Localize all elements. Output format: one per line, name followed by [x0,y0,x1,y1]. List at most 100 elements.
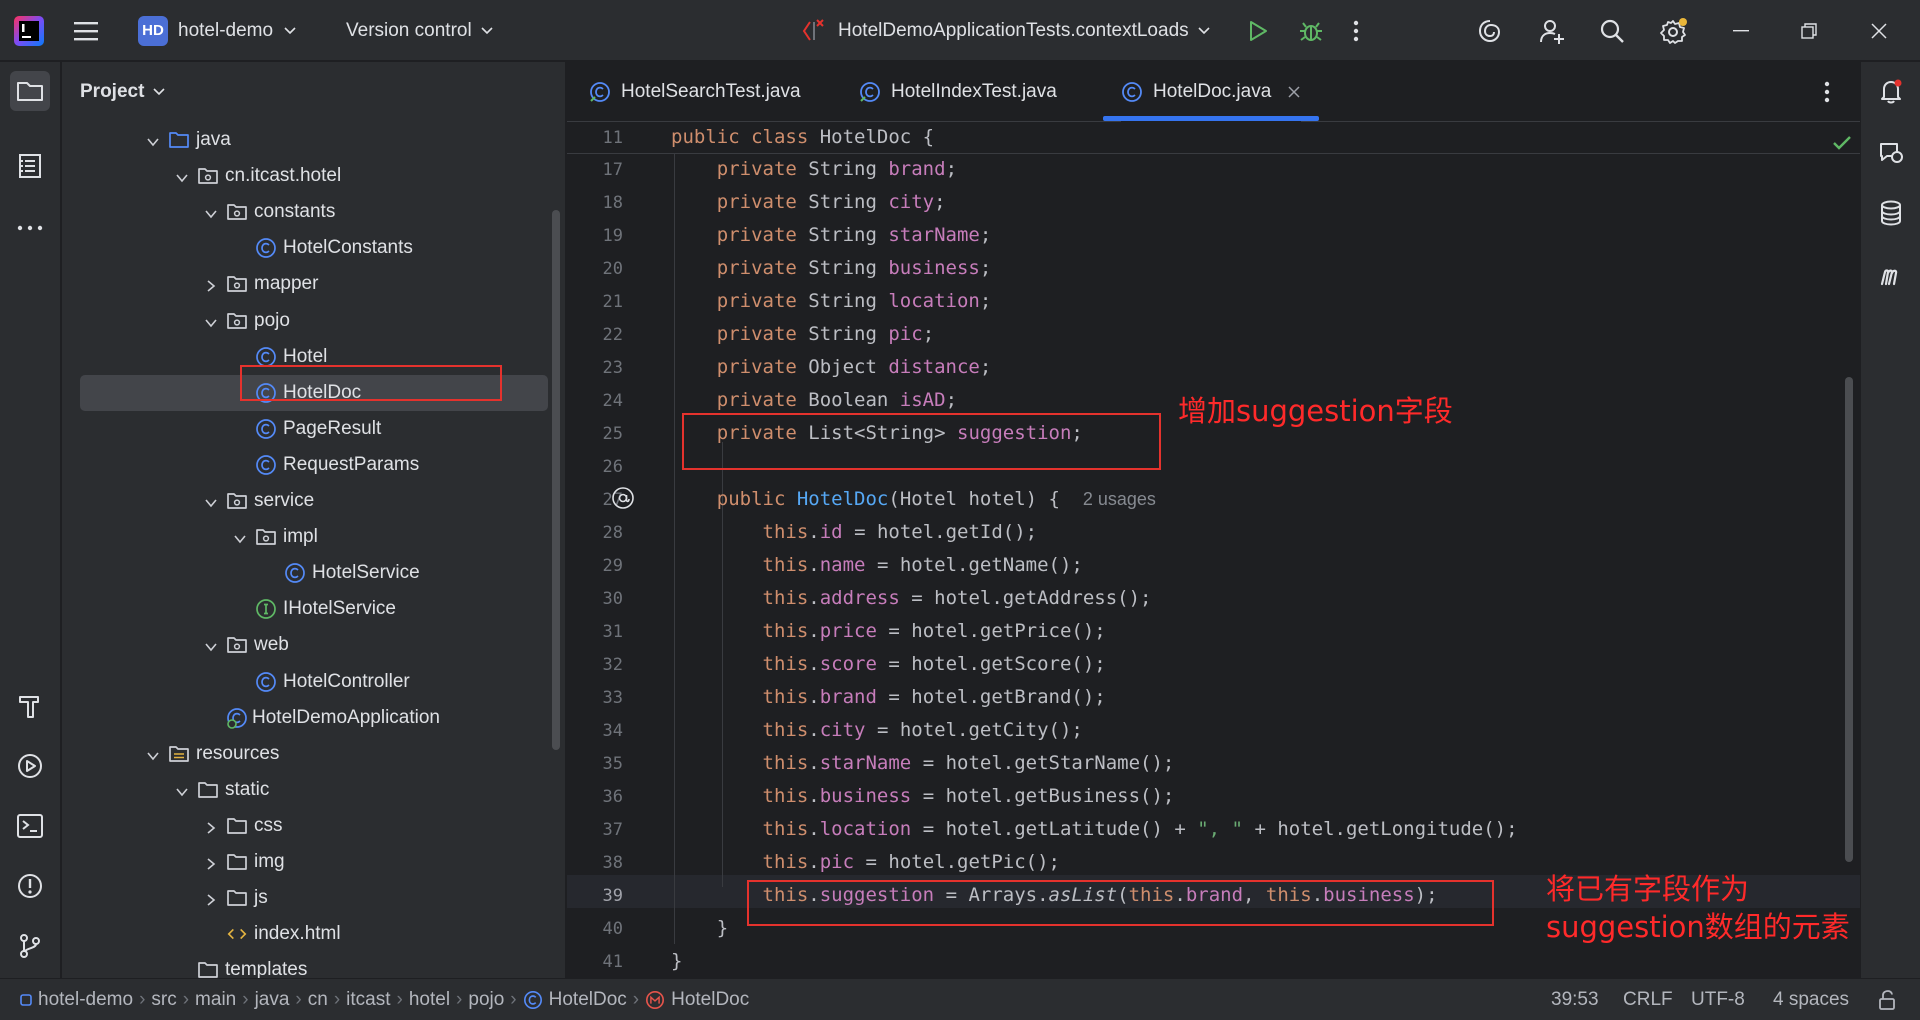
tree-item[interactable]: IHotelService [62,591,552,627]
tree-item[interactable]: templates [62,952,552,978]
indent-settings[interactable]: 4 spaces [1773,979,1849,1020]
ai-assistant-icon[interactable] [1476,0,1504,61]
project-switcher[interactable]: HD hotel-demo [138,0,297,61]
unlock-icon[interactable] [1876,979,1898,1020]
breadcrumb-item[interactable]: pojo [468,989,504,1011]
breadcrumb-item[interactable]: hotel-demo [38,989,133,1011]
chevron-right-icon: › [139,989,146,1010]
tree-item[interactable]: js [62,880,552,916]
more-actions-icon[interactable] [1352,0,1360,61]
project-view-selector[interactable]: Project [80,62,166,122]
tree-item[interactable]: mapper [62,266,552,302]
breadcrumb-item[interactable]: cn [308,989,328,1011]
services-run-icon[interactable] [10,746,50,786]
tree-item[interactable]: pojo [62,303,552,339]
line-separator[interactable]: CRLF [1623,979,1673,1020]
breadcrumb-item[interactable]: itcast [346,989,390,1011]
tree-item[interactable]: img [62,844,552,880]
breadcrumb-item[interactable]: java [255,989,290,1011]
build-hammer-icon[interactable] [10,686,50,726]
close-window-icon[interactable] [1870,0,1888,61]
tree-item[interactable]: HotelService [62,555,552,591]
notifications-bell-icon[interactable] [1871,71,1911,111]
class-icon [255,454,277,476]
sticky-scroll-header[interactable]: 11 public class HotelDoc { [567,122,1860,154]
caret-position[interactable]: 39:53 [1551,979,1599,1020]
restore-window-icon[interactable] [1800,0,1818,61]
code-line: } [671,950,683,972]
editor-scrollbar[interactable] [1845,377,1853,862]
tree-item[interactable]: PageResult [62,411,552,447]
tree-item[interactable]: java [62,122,552,158]
breadcrumb-item[interactable]: HotelDoc [549,989,627,1011]
breadcrumb-item[interactable]: src [151,989,176,1011]
project-tool-window: Project java cn.itcast.hotel constants Hote… [62,62,566,978]
chevron-down-icon[interactable] [146,133,160,147]
chevron-down-icon[interactable] [146,747,160,761]
more-tool-windows-icon[interactable] [10,208,50,248]
tab-hotelsearchtest[interactable]: HotelSearchTest.java [589,62,801,122]
chevron-down-icon[interactable] [204,638,218,652]
tree-item[interactable]: HotelConstants [62,230,552,266]
chevron-right-icon[interactable] [204,819,218,834]
tree-item[interactable]: impl [62,519,552,555]
chevron-down-icon[interactable] [204,205,218,219]
breadcrumb-item[interactable]: hotel [409,989,450,1011]
chevron-down-icon[interactable] [204,494,218,508]
version-control-menu[interactable]: Version control [346,0,494,61]
usages-hint[interactable]: 2 usages [1083,489,1156,509]
chevron-right-icon[interactable] [204,855,218,870]
more-tabs-icon[interactable] [1823,80,1831,110]
terminal-icon[interactable] [10,806,50,846]
close-icon[interactable] [1287,85,1301,99]
add-user-icon[interactable] [1538,0,1566,61]
breadcrumb-item[interactable]: HotelDoc [671,989,749,1011]
ai-chat-icon[interactable] [1871,132,1911,172]
line-number: 29 [602,556,623,576]
tree-item[interactable]: resources [62,736,552,772]
tree-item[interactable]: cn.itcast.hotel [62,158,552,194]
tree-item[interactable]: HotelController [62,664,552,700]
project-folder-icon[interactable] [10,71,50,111]
tree-item[interactable]: HotelDemoApplication [62,700,552,736]
problems-icon[interactable] [10,866,50,906]
tab-hoteldoc[interactable]: HotelDoc.java [1121,62,1302,122]
main-menu-icon[interactable] [72,0,100,61]
tree-item[interactable]: index.html [62,916,552,952]
search-icon[interactable] [1598,0,1626,61]
override-at-icon[interactable] [611,486,635,516]
tree-item[interactable]: RequestParams [62,447,552,483]
run-icon[interactable] [1246,0,1270,61]
structure-icon[interactable] [10,146,50,186]
line-number: 37 [602,820,623,840]
gear-icon[interactable] [1658,0,1688,61]
highlight-box-suggestion-field [682,413,1161,470]
project-scrollbar[interactable] [552,210,560,750]
chevron-down-icon[interactable] [175,169,189,183]
tree-item[interactable]: service [62,483,552,519]
chevron-down-icon[interactable] [233,530,247,544]
database-icon[interactable] [1871,193,1911,233]
run-configuration-selector[interactable]: HotelDemoApplicationTests.contextLoads [800,0,1211,61]
no-problems-check-icon[interactable] [1831,134,1853,158]
chevron-down-icon[interactable] [175,783,189,797]
tree-item-label: web [254,634,289,656]
git-branch-icon[interactable] [10,926,50,966]
maven-icon[interactable] [1871,254,1911,294]
debug-icon[interactable] [1298,0,1324,61]
tree-item[interactable]: static [62,772,552,808]
tree-item[interactable]: constants [62,194,552,230]
chevron-right-icon[interactable] [204,891,218,906]
junit-test-icon [802,18,824,41]
tree-item[interactable]: css [62,808,552,844]
code-editor[interactable]: 17 18 19 20 21 22 23 24 25 26 27 28 29 30 31 32 33 34 35 36… [567,122,1860,978]
minimize-icon[interactable] [1732,0,1750,61]
chevron-right-icon[interactable] [204,277,218,293]
line-number: 17 [602,160,623,180]
intellij-logo-icon[interactable] [12,0,46,61]
chevron-down-icon[interactable] [204,314,218,328]
file-encoding[interactable]: UTF-8 [1691,979,1745,1020]
breadcrumb-item[interactable]: main [195,989,236,1011]
tree-item[interactable]: web [62,627,552,663]
tab-hotelindextest[interactable]: HotelIndexTest.java [859,62,1057,122]
